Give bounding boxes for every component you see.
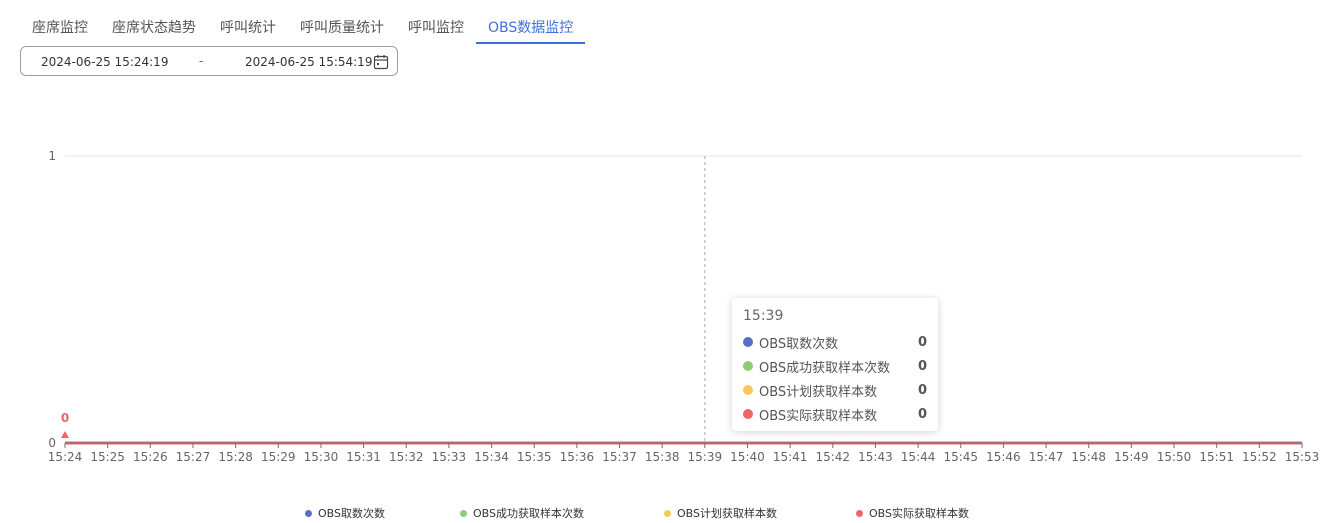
tooltip-series-name: OBS计划获取样本数	[759, 384, 878, 400]
annotation-label: 0	[61, 411, 69, 425]
tooltip-series-value: 0	[917, 406, 927, 422]
legend-dot-icon	[305, 509, 312, 517]
tooltip-series-name: OBS取数次数	[759, 336, 839, 352]
x-tick-label: 15:33	[432, 450, 467, 464]
tooltip-row: OBS取数次数 0	[743, 330, 927, 354]
x-tick-label: 15:35	[517, 450, 552, 464]
tooltip-series-value: 0	[917, 334, 927, 350]
x-tick-label: 15:51	[1199, 450, 1234, 464]
x-tick-label: 15:50	[1157, 450, 1192, 464]
x-tick-label: 15:44	[901, 450, 936, 464]
x-tick-label: 15:36	[560, 450, 595, 464]
legend-item-obs-actual-samples[interactable]: OBS实际获取样本数	[856, 505, 969, 521]
tooltip-series-name: OBS实际获取样本数	[759, 408, 878, 424]
x-tick-label: 15:37	[602, 450, 637, 464]
tooltip-time: 15:39	[743, 308, 784, 324]
x-tick-label: 15:39	[688, 450, 723, 464]
x-tick-label: 15:41	[773, 450, 808, 464]
x-tick-label: 15:29	[261, 450, 296, 464]
tooltip-series-value: 0	[917, 382, 927, 398]
x-tick-label: 15:34	[474, 450, 509, 464]
x-tick-label: 15:48	[1071, 450, 1106, 464]
legend-item-obs-success-count[interactable]: OBS成功获取样本次数	[460, 505, 584, 521]
legend-dot-icon	[460, 509, 467, 517]
x-tick-label: 15:42	[815, 450, 850, 464]
x-tick-label: 15:38	[645, 450, 680, 464]
series-dot-icon	[743, 361, 753, 371]
x-tick-label: 15:31	[346, 450, 381, 464]
x-tick-label: 15:26	[133, 450, 168, 464]
tooltip-row: OBS实际获取样本数 0	[743, 402, 927, 426]
legend-label: OBS成功获取样本次数	[473, 507, 584, 520]
x-tick-label: 15:32	[389, 450, 424, 464]
x-tick-label: 15:24	[48, 450, 83, 464]
tooltip-row: OBS计划获取样本数 0	[743, 378, 927, 402]
tooltip-row: OBS成功获取样本次数 0	[743, 354, 927, 378]
x-tick-label: 15:46	[986, 450, 1021, 464]
x-tick-label: 15:52	[1242, 450, 1277, 464]
x-tick-label: 15:30	[304, 450, 339, 464]
y-tick-label: 0	[48, 436, 56, 450]
legend-dot-icon	[664, 509, 671, 517]
legend-label: OBS取数次数	[318, 507, 385, 520]
marker-triangle-icon	[61, 431, 69, 438]
x-tick-label: 15:28	[218, 450, 253, 464]
x-tick-label: 15:25	[90, 450, 125, 464]
y-tick-label: 1	[48, 149, 56, 163]
legend-label: OBS实际获取样本数	[869, 507, 969, 520]
tooltip-series-name: OBS成功获取样本次数	[759, 360, 891, 376]
x-tick-label: 15:49	[1114, 450, 1149, 464]
series-dot-icon	[743, 409, 753, 419]
legend-item-obs-planned-samples[interactable]: OBS计划获取样本数	[664, 505, 777, 521]
line-chart: 15:24 15:25 15:26 15:27 15:28 15:29 15:30 15:31…	[48, 149, 1320, 464]
x-tick-label: 15:47	[1029, 450, 1064, 464]
x-tick-label: 15:27	[176, 450, 211, 464]
series-dot-icon	[743, 337, 753, 347]
series-dot-icon	[743, 385, 753, 395]
legend-item-obs-fetch-count[interactable]: OBS取数次数	[305, 505, 385, 521]
chart-tooltip: 15:39 OBS取数次数 0 OBS成功获取样本次数 0 OBS计划获取样本数…	[732, 298, 938, 431]
x-tick-label: 15:43	[858, 450, 893, 464]
x-tick-label: 15:45	[943, 450, 978, 464]
chart-legend: OBS取数次数 OBS成功获取样本次数 OBS计划获取样本数 OBS实际获取样本…	[0, 505, 1336, 523]
legend-dot-icon	[856, 509, 863, 517]
x-tick-label: 15:53	[1285, 450, 1320, 464]
x-tick-label: 15:40	[730, 450, 765, 464]
legend-label: OBS计划获取样本数	[677, 507, 777, 520]
tooltip-series-value: 0	[917, 358, 927, 374]
